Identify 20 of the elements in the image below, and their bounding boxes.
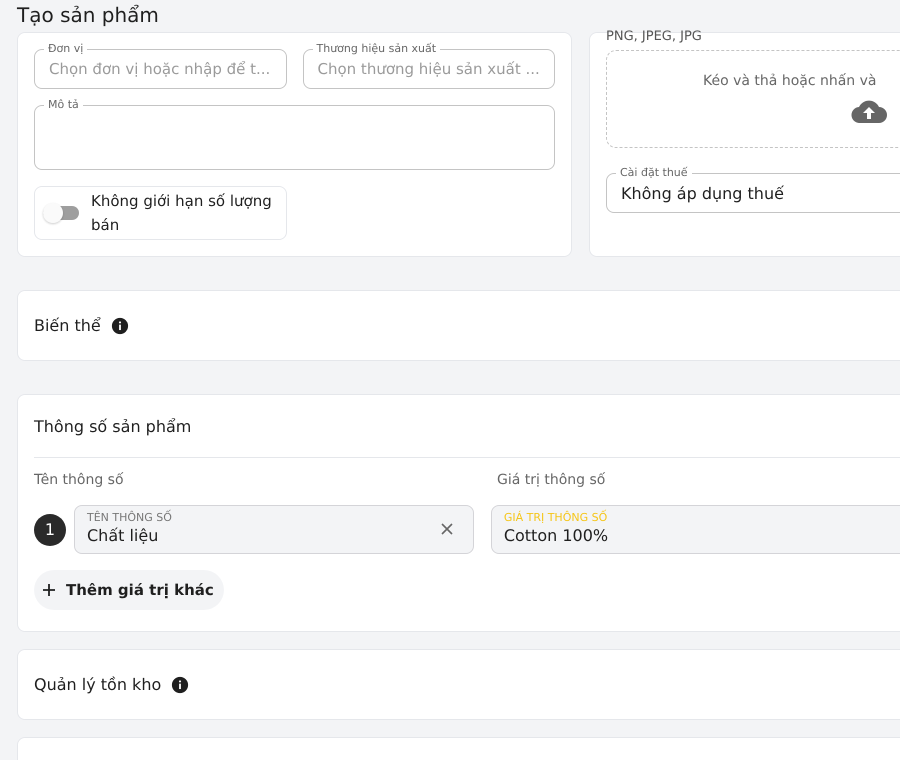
cloud-upload-icon <box>851 99 887 123</box>
page-title: Tạo sản phẩm <box>17 3 159 27</box>
info-icon[interactable] <box>110 316 129 334</box>
plus-icon <box>42 583 56 597</box>
spec-value-field[interactable]: GIÁ TRỊ THÔNG SỐ Cotton 100% <box>490 505 900 554</box>
upload-dropzone[interactable]: Kéo và thả hoặc nhấn và <box>606 50 900 148</box>
toggle-switch[interactable] <box>43 206 79 220</box>
column-header: Giá trị thông số <box>497 472 606 488</box>
clear-icon[interactable] <box>440 523 453 535</box>
section-title: Thông số sản phẩm <box>34 416 192 436</box>
toggle-label: Không giới hạn số lượng bán <box>91 191 273 236</box>
section-title: Quản lý tồn kho <box>34 675 162 694</box>
dropzone-text: Kéo và thả hoặc nhấn và <box>703 73 876 89</box>
add-value-button[interactable]: Thêm giá trị khác <box>34 570 224 610</box>
info-icon[interactable] <box>171 676 190 694</box>
spec-name-field[interactable]: TÊN THÔNG SỐ Chất liệu <box>74 505 474 554</box>
column-header: Tên thông số <box>34 472 125 488</box>
section-title: Biến thể <box>34 316 101 335</box>
row-number: 1 <box>34 514 66 546</box>
format-hint: PNG, JPEG, JPG <box>606 29 703 44</box>
